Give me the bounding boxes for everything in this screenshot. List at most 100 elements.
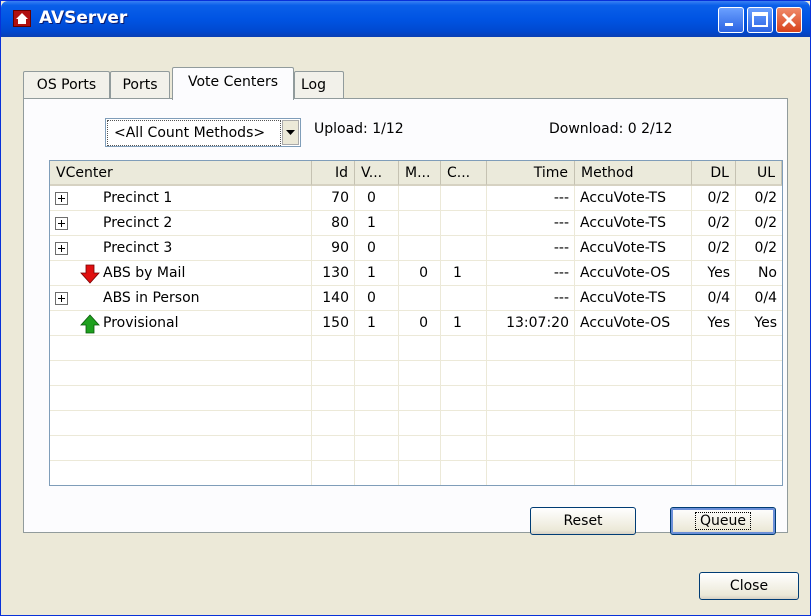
- cell-id: 130: [322, 265, 349, 281]
- avserver-window: AVServer OS Ports Ports Vote Centers Log…: [0, 0, 811, 616]
- tab-vote-centers[interactable]: Vote Centers: [172, 67, 294, 100]
- tab-log[interactable]: Log: [294, 71, 344, 98]
- cell-v: 1: [367, 315, 376, 331]
- cell-id: 90: [331, 240, 349, 256]
- cell-name: Precinct 2: [103, 215, 173, 231]
- cell-dl: 0/2: [707, 240, 730, 256]
- cell-method: AccuVote-TS: [580, 215, 666, 231]
- cell-v: 1: [367, 265, 376, 281]
- dropdown-button[interactable]: [282, 120, 299, 145]
- cell-m: [399, 236, 440, 261]
- maximize-icon: [752, 12, 768, 27]
- table-row[interactable]: ABS by Mail 130 1 0 1 --- AccuVote-OS Yes No: [50, 261, 782, 286]
- download-status: Download: 0 2/12: [549, 121, 673, 137]
- cell-v: 0: [367, 240, 376, 256]
- cell-ul: 0/2: [754, 240, 777, 256]
- column-header-ul[interactable]: UL: [736, 161, 782, 186]
- expand-plus-icon[interactable]: [55, 292, 68, 305]
- cell-ul: No: [757, 265, 777, 281]
- green-up-arrow-icon: [80, 314, 100, 334]
- cell-c: 1: [453, 265, 462, 281]
- column-header-method[interactable]: Method: [575, 161, 692, 186]
- count-method-select[interactable]: <All Count Methods>: [105, 118, 301, 147]
- table-row[interactable]: Precinct 2 80 1 --- AccuVote-TS 0/2 0/2: [50, 211, 782, 236]
- cell-v: 0: [367, 290, 376, 306]
- cell-time: ---: [553, 290, 569, 306]
- cell-ul: 0/2: [754, 190, 777, 206]
- cell-method: AccuVote-OS: [580, 315, 671, 331]
- cell-method: AccuVote-TS: [580, 190, 666, 206]
- cell-c: [441, 211, 486, 236]
- cell-m: [399, 211, 440, 236]
- reset-button[interactable]: Reset: [530, 507, 636, 535]
- queue-button-label: Queue: [695, 512, 751, 530]
- maximize-button[interactable]: [747, 7, 773, 33]
- table-row[interactable]: Precinct 1 70 0 --- AccuVote-TS 0/2 0/2: [50, 186, 782, 211]
- title-bar[interactable]: AVServer: [1, 1, 810, 37]
- cell-time: 13:07:20: [506, 315, 569, 331]
- table-row[interactable]: ABS in Person 140 0 --- AccuVote-TS 0/4 0/4: [50, 286, 782, 311]
- cell-time: ---: [553, 240, 569, 256]
- cell-id: 150: [322, 315, 349, 331]
- cell-c: [441, 186, 486, 211]
- column-header-m[interactable]: M...: [399, 161, 441, 186]
- cell-name: Precinct 1: [103, 190, 173, 206]
- cell-id: 70: [331, 190, 349, 206]
- cell-ul: 0/4: [754, 290, 777, 306]
- red-down-arrow-icon: [80, 264, 100, 284]
- cell-c: [441, 236, 486, 261]
- cell-c: 1: [453, 315, 462, 331]
- cell-method: AccuVote-OS: [580, 265, 671, 281]
- cell-dl: Yes: [707, 315, 730, 331]
- cell-method: AccuVote-TS: [580, 240, 666, 256]
- cell-dl: 0/2: [707, 215, 730, 231]
- cell-id: 140: [322, 290, 349, 306]
- column-header-v[interactable]: V...: [355, 161, 399, 186]
- count-method-value: <All Count Methods>: [107, 120, 281, 146]
- minimize-icon: [725, 23, 733, 26]
- cell-m: [399, 186, 440, 211]
- cell-name: ABS by Mail: [103, 265, 186, 281]
- cell-name: Provisional: [103, 315, 179, 331]
- app-icon: [13, 10, 31, 27]
- cell-time: ---: [553, 190, 569, 206]
- minimize-button[interactable]: [718, 7, 744, 33]
- queue-button[interactable]: Queue: [670, 507, 776, 535]
- table-row[interactable]: Precinct 3 90 0 --- AccuVote-TS 0/2 0/2: [50, 236, 782, 261]
- cell-v: 1: [367, 215, 376, 231]
- column-header-c[interactable]: C...: [441, 161, 487, 186]
- cell-dl: 0/4: [707, 290, 730, 306]
- cell-dl: 0/2: [707, 190, 730, 206]
- expand-plus-icon[interactable]: [55, 192, 68, 205]
- cell-m: 0: [419, 265, 428, 281]
- column-header-id[interactable]: Id: [312, 161, 355, 186]
- column-header-time[interactable]: Time: [487, 161, 575, 186]
- cell-c: [441, 286, 486, 311]
- column-header-dl[interactable]: DL: [692, 161, 736, 186]
- cell-method: AccuVote-TS: [580, 290, 666, 306]
- cell-name: ABS in Person: [103, 290, 200, 306]
- cell-m: 0: [419, 315, 428, 331]
- table-row[interactable]: Provisional 150 1 0 1 13:07:20 AccuVote-OS Yes Y…: [50, 311, 782, 336]
- close-icon: [781, 12, 797, 28]
- cell-m: [399, 286, 440, 311]
- cell-time: ---: [553, 215, 569, 231]
- chevron-down-icon: [286, 130, 295, 135]
- cell-ul: 0/2: [754, 215, 777, 231]
- expand-plus-icon[interactable]: [55, 217, 68, 230]
- close-window-button[interactable]: [776, 7, 802, 33]
- upload-status: Upload: 1/12: [314, 121, 404, 137]
- cell-ul: Yes: [754, 315, 777, 331]
- tab-os-ports[interactable]: OS Ports: [23, 71, 110, 98]
- window-title: AVServer: [39, 8, 128, 28]
- expand-plus-icon[interactable]: [55, 242, 68, 255]
- cell-dl: Yes: [707, 265, 730, 281]
- vote-center-list[interactable]: VCenter Id V... M... C... Time Method DL…: [49, 160, 783, 486]
- close-button[interactable]: Close: [699, 572, 799, 600]
- tab-ports[interactable]: Ports: [110, 71, 170, 98]
- cell-id: 80: [331, 215, 349, 231]
- cell-v: 0: [367, 190, 376, 206]
- cell-time: ---: [553, 265, 569, 281]
- cell-name: Precinct 3: [103, 240, 173, 256]
- column-header-vcenter[interactable]: VCenter: [50, 161, 312, 186]
